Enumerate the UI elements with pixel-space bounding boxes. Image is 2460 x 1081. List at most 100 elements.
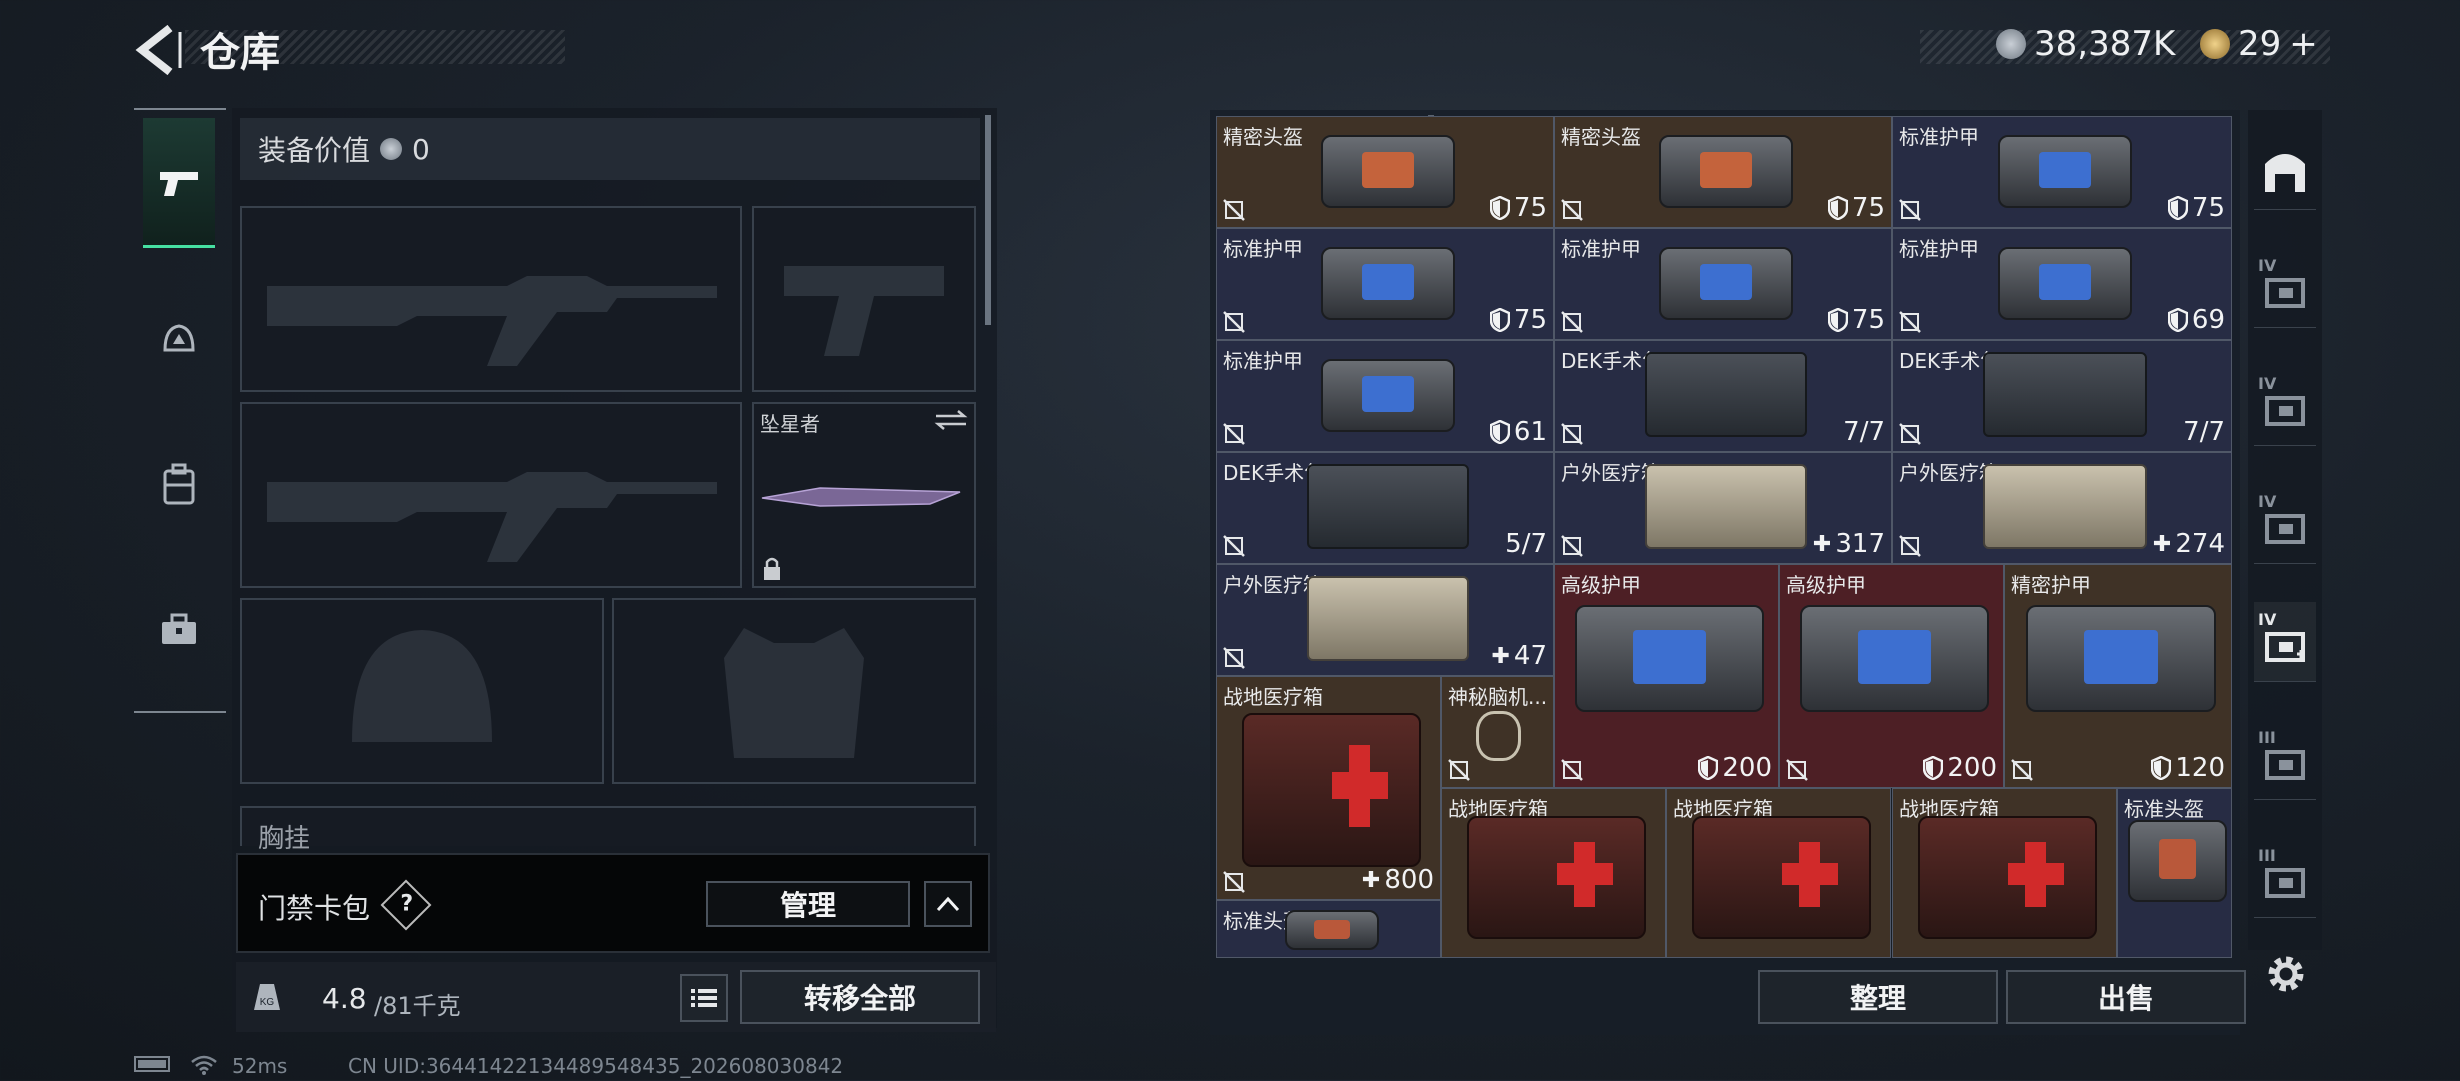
knife-icon [761, 487, 961, 507]
inventory-item[interactable]: 战地医疗箱 [1892, 788, 2117, 958]
storage-tab[interactable]: IV [2254, 602, 2316, 682]
inventory-item[interactable]: 标准头盔 [1216, 900, 1441, 958]
inventory-item[interactable]: 标准护甲 69 [1892, 228, 2232, 340]
no-insure-icon [2011, 759, 2033, 781]
inventory-grid: 精密头盔 75 精密头盔 75 标准护甲 75 标准护甲 75 标准护甲 75 标准护甲 69 标准护甲… [1216, 116, 2232, 958]
inventory-item[interactable]: 精密护甲 120 [2004, 564, 2232, 788]
item-count-value: 200 [1947, 753, 1997, 783]
settings-button[interactable] [2262, 950, 2310, 998]
armor-slot[interactable] [612, 598, 976, 784]
swap-icon[interactable] [934, 410, 968, 430]
inventory-item[interactable]: 高级护甲 200 [1779, 564, 2004, 788]
armor-screen [1857, 629, 1932, 684]
inventory-item[interactable]: 标准护甲 75 [1554, 228, 1892, 340]
armor-bag-icon [1284, 910, 1379, 951]
item-count: 75 [2167, 193, 2225, 223]
storage-tab[interactable]: III [2254, 720, 2316, 800]
storage-tab[interactable]: IV [2254, 366, 2316, 446]
red-cross [1781, 863, 1838, 885]
surgery-kit-icon [1306, 464, 1470, 549]
item-count: ✚ 317 [1813, 529, 1885, 559]
inventory-item[interactable]: 户外医疗箱 ✚ 47 [1216, 564, 1554, 676]
inventory-item[interactable]: 神秘脑机... [1441, 676, 1554, 788]
item-name: 高级护甲 [1786, 573, 1866, 597]
helmet-slot[interactable] [240, 598, 604, 784]
item-count: ✚ 274 [2153, 529, 2225, 559]
weight-max: /81千克 [374, 992, 461, 1020]
armor-screen [2039, 152, 2091, 189]
inventory-item[interactable]: DEK手术包 7/7 [1892, 340, 2232, 452]
red-cross [2007, 863, 2064, 885]
melee-slot[interactable]: 坠星者 [752, 402, 976, 588]
equipment-value-bar: 装备价值 0 [240, 118, 980, 180]
pistol-slot[interactable] [752, 206, 976, 392]
no-insure-icon [1448, 759, 1470, 781]
inventory-item[interactable]: 精密头盔 75 [1216, 116, 1554, 228]
sell-button[interactable]: 出售 [2006, 970, 2246, 1024]
field-medkit-icon [1691, 816, 1872, 940]
item-name: 精密头盔 [1561, 125, 1641, 149]
no-insure-icon [1223, 423, 1245, 445]
no-insure-icon [1223, 199, 1245, 221]
no-insure-icon [1899, 199, 1921, 221]
item-count: 7/7 [2183, 417, 2225, 447]
primary-weapon-slot-1[interactable] [240, 206, 742, 392]
item-count-value: 274 [2175, 529, 2225, 559]
brain-chip-icon [1475, 710, 1522, 761]
equipment-value-label: 装备价值 [258, 134, 371, 167]
equipment-scrollbar[interactable] [985, 115, 991, 325]
expand-button[interactable] [924, 881, 972, 927]
armor-screen [1700, 264, 1752, 301]
storage-tab[interactable] [2254, 130, 2316, 210]
item-count-value: 5/7 [1505, 529, 1547, 559]
tab-backpack[interactable] [143, 420, 215, 550]
item-count-value: 200 [1722, 753, 1772, 783]
inventory-item[interactable]: 标准护甲 61 [1216, 340, 1554, 452]
item-count: 61 [1489, 417, 1547, 447]
inventory-item[interactable]: 标准护甲 75 [1216, 228, 1554, 340]
back-button[interactable] [130, 22, 190, 78]
field-medkit-icon [1241, 712, 1422, 867]
helmet-silhouette-icon [352, 630, 492, 742]
armor-bag-icon [1659, 246, 1793, 321]
durability-shield-icon [1489, 196, 1510, 220]
page-title: 仓库 [200, 30, 280, 76]
item-count: 7/7 [1843, 417, 1885, 447]
inventory-item[interactable]: DEK手术包 7/7 [1554, 340, 1892, 452]
chest-rig-slot[interactable]: 胸挂 [240, 806, 976, 854]
item-count-value: 75 [2191, 193, 2225, 223]
inventory-item[interactable]: 战地医疗箱 ✚ 800 [1216, 676, 1441, 900]
transfer-all-button[interactable]: 转移全部 [740, 970, 980, 1024]
sort-button[interactable]: 整理 [1758, 970, 1998, 1024]
tab-helmet[interactable] [143, 275, 215, 405]
inventory-item[interactable]: 户外医疗箱 ✚ 317 [1554, 452, 1892, 564]
tab-toolbox[interactable] [143, 565, 215, 695]
inventory-item[interactable]: 高级护甲 200 [1554, 564, 1779, 788]
inventory-item[interactable]: 战地医疗箱 [1666, 788, 1891, 958]
manage-button[interactable]: 管理 [706, 881, 910, 927]
storage-tab[interactable]: IV [2254, 484, 2316, 564]
inventory-item[interactable]: 战地医疗箱 [1441, 788, 1666, 958]
primary-weapon-slot-2[interactable] [240, 402, 742, 588]
item-count: 75 [1489, 193, 1547, 223]
item-name: 精密头盔 [1223, 125, 1303, 149]
tab-weapons[interactable] [143, 118, 215, 248]
inventory-item[interactable]: DEK手术包 5/7 [1216, 452, 1554, 564]
list-icon [691, 989, 717, 1007]
inventory-item[interactable]: 精密头盔 75 [1554, 116, 1892, 228]
gold-coin-icon [2200, 29, 2230, 59]
inventory-item[interactable]: 标准头盔 [2117, 788, 2232, 958]
item-count: 5/7 [1505, 529, 1547, 559]
gold-amount: 29 [2238, 24, 2282, 64]
storage-tab[interactable]: III [2254, 838, 2316, 918]
gold-currency[interactable]: 29 + [2200, 24, 2318, 64]
inventory-item[interactable]: 户外医疗箱 ✚ 274 [1892, 452, 2232, 564]
no-insure-icon [1223, 535, 1245, 557]
help-icon[interactable]: ? [380, 879, 432, 931]
lock-icon [764, 557, 780, 580]
gear-icon [2268, 956, 2304, 992]
storage-tab[interactable]: IV [2254, 248, 2316, 328]
item-name: 精密护甲 [2011, 573, 2091, 597]
inventory-item[interactable]: 标准护甲 75 [1892, 116, 2232, 228]
list-view-button[interactable] [680, 974, 728, 1022]
